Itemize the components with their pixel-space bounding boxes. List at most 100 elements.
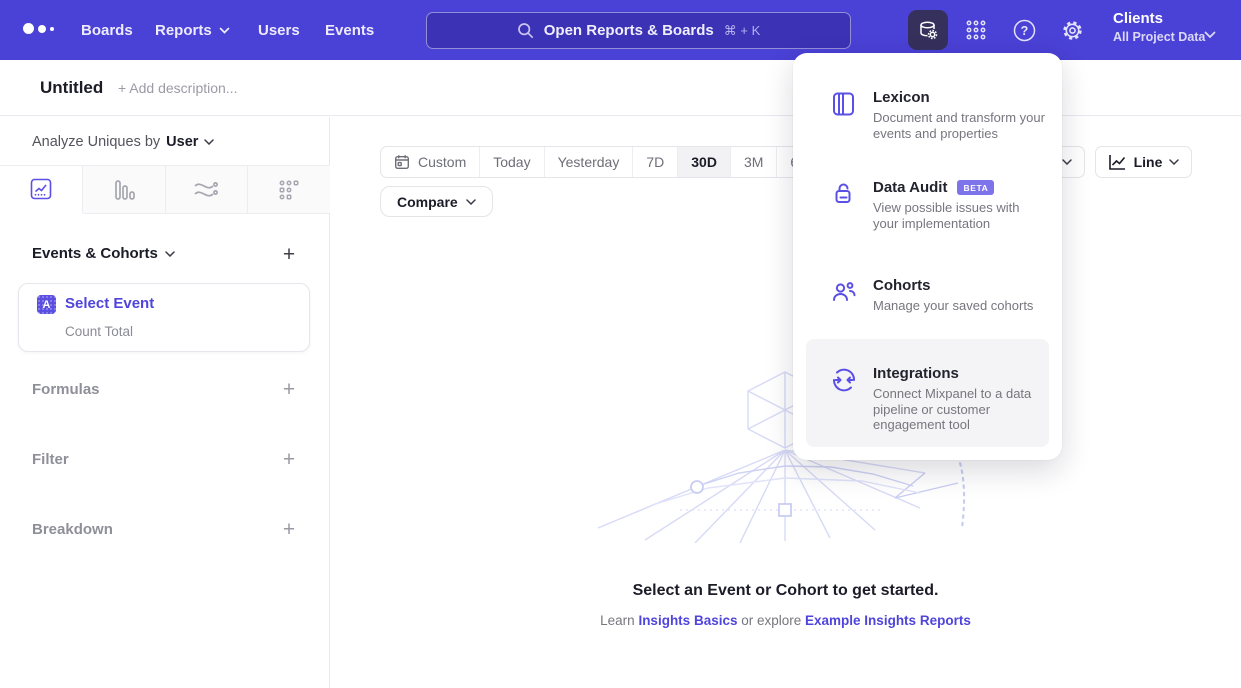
cohorts-people-icon: [831, 277, 857, 314]
search-icon: [517, 22, 534, 39]
menu-item-description: Manage your saved cohorts: [873, 298, 1045, 314]
flow-chart-icon: [193, 179, 219, 201]
report-title[interactable]: Untitled: [40, 78, 103, 98]
example-insights-reports-link[interactable]: Example Insights Reports: [805, 613, 971, 628]
date-range-custom[interactable]: Custom: [381, 147, 480, 177]
analyze-uniques-row: Analyze Uniques by User: [32, 134, 214, 150]
add-breakdown-button[interactable]: +: [278, 519, 300, 541]
empty-state-links: Learn Insights Basics or explore Example…: [330, 613, 1241, 628]
chevron-down-icon: [219, 27, 230, 34]
tab-metric-grid[interactable]: [248, 166, 330, 213]
question-circle-icon: ?: [1013, 19, 1036, 42]
date-range-3m[interactable]: 3M: [731, 147, 777, 177]
menu-item-lexicon[interactable]: Lexicon Document and transform your even…: [793, 89, 1062, 141]
nav-item-events[interactable]: Events: [325, 0, 374, 60]
nav-item-label: Users: [258, 22, 300, 39]
database-gear-icon: [917, 19, 939, 41]
analyze-value-dropdown[interactable]: User: [166, 134, 198, 150]
add-description-field[interactable]: + Add description...: [118, 80, 237, 96]
lexicon-book-icon: [831, 89, 857, 141]
menu-item-integrations[interactable]: Integrations Connect Mixpanel to a data …: [806, 339, 1049, 447]
menu-item-title: Integrations: [873, 365, 959, 382]
chevron-down-icon[interactable]: [1204, 26, 1216, 44]
add-filter-button[interactable]: +: [278, 449, 300, 471]
events-cohorts-header[interactable]: Events & Cohorts: [32, 245, 175, 262]
tab-flow-chart[interactable]: [166, 166, 249, 213]
analyze-label: Analyze Uniques by: [32, 134, 160, 150]
menu-item-title: Data Audit: [873, 179, 947, 196]
menu-item-data-audit[interactable]: Data Audit BETA View possible issues wit…: [793, 179, 1062, 231]
chart-style-label: Line: [1134, 154, 1163, 170]
chevron-down-icon: [1062, 159, 1072, 165]
global-search-input[interactable]: Open Reports & Boards ⌘ + K: [426, 12, 851, 49]
chevron-down-icon: [466, 199, 476, 205]
breakdown-section-label: Breakdown: [32, 521, 113, 538]
compare-dropdown[interactable]: Compare: [380, 186, 493, 217]
date-range-label: 3M: [744, 154, 763, 170]
nav-item-users[interactable]: Users: [258, 0, 300, 60]
date-range-label: Today: [493, 154, 530, 170]
nav-item-label: Boards: [81, 22, 133, 39]
date-range-30d-selected[interactable]: 30D: [678, 147, 731, 177]
project-scope: All Project Data: [1113, 30, 1205, 44]
settings-gear-icon[interactable]: [1058, 0, 1086, 60]
date-range-label: 7D: [646, 154, 664, 170]
project-selector[interactable]: Clients All Project Data: [1113, 10, 1205, 44]
query-builder-sidebar: Analyze Uniques by User: [0, 117, 330, 688]
date-range-label: 30D: [691, 154, 717, 170]
svg-text:?: ?: [1020, 24, 1028, 38]
date-range-7d[interactable]: 7D: [633, 147, 678, 177]
menu-item-description: Connect Mixpanel to a data pipeline or c…: [873, 386, 1045, 433]
grid-dots-icon: [965, 19, 987, 41]
date-range-today[interactable]: Today: [480, 147, 544, 177]
metric-grid-icon: [278, 179, 300, 201]
add-formula-button[interactable]: +: [278, 379, 300, 401]
chart-style-dropdown[interactable]: Line: [1095, 146, 1192, 178]
date-range-label: Yesterday: [558, 154, 620, 170]
line-chart-icon: [1108, 154, 1127, 171]
tab-bar-chart[interactable]: [83, 166, 166, 213]
data-management-icon[interactable]: [908, 10, 948, 50]
gear-icon: [1061, 19, 1084, 42]
insights-basics-link[interactable]: Insights Basics: [638, 613, 737, 628]
select-event-button[interactable]: Select Event: [65, 295, 154, 312]
chevron-down-icon: [1169, 159, 1179, 165]
events-cohorts-label: Events & Cohorts: [32, 245, 158, 262]
menu-item-integrations-row[interactable]: Integrations Connect Mixpanel to a data …: [806, 365, 1049, 433]
compare-label: Compare: [397, 194, 458, 210]
project-name: Clients: [1113, 10, 1205, 27]
chevron-down-icon[interactable]: [204, 139, 214, 145]
date-range-yesterday[interactable]: Yesterday: [545, 147, 634, 177]
event-card[interactable]: A Select Event Count Total: [18, 283, 310, 352]
learn-prefix-text: Learn: [600, 613, 638, 628]
data-audit-icon: [831, 179, 857, 231]
nav-item-boards[interactable]: Boards: [81, 0, 133, 60]
apps-grid-icon[interactable]: [962, 0, 990, 60]
empty-state-title: Select an Event or Cohort to get started…: [330, 582, 1241, 600]
add-event-button[interactable]: +: [278, 244, 300, 266]
event-series-badge: A: [37, 295, 56, 314]
filter-section-label: Filter: [32, 451, 69, 468]
top-navigation: Boards Reports Users Events Open Reports…: [0, 0, 1241, 60]
date-range-control: Custom Today Yesterday 7D 30D 3M 6M: [380, 146, 824, 178]
event-aggregation-dropdown[interactable]: Count Total: [65, 324, 133, 339]
or-explore-text: or explore: [737, 613, 805, 628]
menu-item-cohorts[interactable]: Cohorts Manage your saved cohorts: [793, 277, 1062, 314]
chevron-down-icon: [165, 251, 175, 257]
nav-item-reports[interactable]: Reports: [155, 0, 230, 60]
line-chart-icon: [29, 177, 53, 201]
data-management-menu: Lexicon Document and transform your even…: [793, 53, 1062, 460]
search-placeholder: Open Reports & Boards: [544, 22, 714, 39]
nav-item-label: Events: [325, 22, 374, 39]
nav-item-label: Reports: [155, 22, 212, 39]
calendar-icon: [394, 154, 410, 170]
help-icon[interactable]: ?: [1010, 0, 1038, 60]
tab-line-chart[interactable]: [0, 166, 83, 214]
search-shortcut: ⌘ + K: [724, 23, 761, 39]
chart-type-tabs: [0, 165, 330, 214]
formulas-section-label: Formulas: [32, 381, 100, 398]
beta-badge: BETA: [957, 180, 994, 195]
menu-item-title: Lexicon: [873, 89, 930, 106]
mixpanel-logo-icon[interactable]: [23, 23, 54, 34]
menu-item-description: Document and transform your events and p…: [873, 110, 1045, 141]
